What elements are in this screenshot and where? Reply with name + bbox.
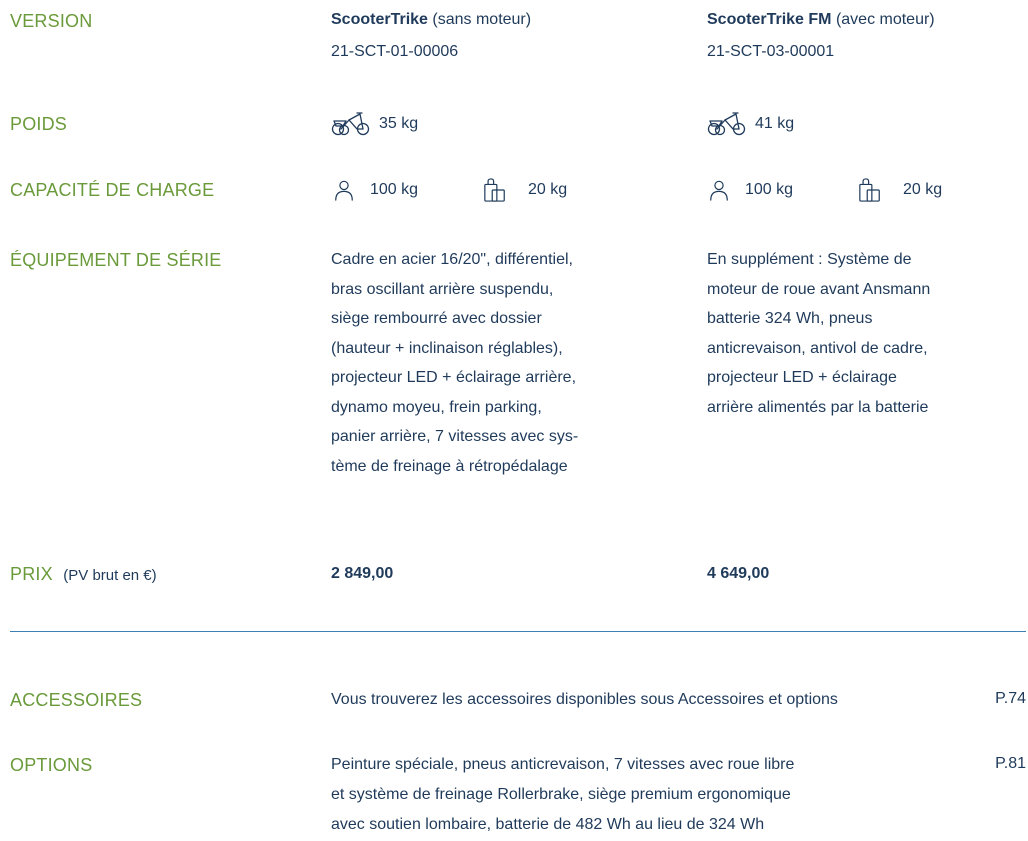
equipment-line: siège rembourré avec dossier — [331, 310, 542, 327]
label-accessoires: ACCESSOIRES — [10, 690, 143, 710]
model-2-luggage-value: 20 kg — [903, 181, 943, 198]
label-prix: PRIX — [10, 564, 53, 584]
equipment-line: projecteur LED + éclairage arrière, — [331, 369, 577, 386]
model-1-rider-capacity: 100 kg — [333, 178, 418, 202]
prix-note: (PV brut en €) — [63, 567, 157, 584]
section-divider — [10, 631, 1026, 632]
model-1-name: ScooterTrike — [331, 11, 428, 28]
trike-icon — [707, 111, 747, 137]
prix-label-group: PRIX (PV brut en €) — [10, 564, 157, 585]
equipment-line: anticrevaison, antivol de cadre, — [707, 339, 928, 357]
options-line: avec soutien lombaire, batterie de 482 W… — [331, 816, 765, 833]
model-1-price: 2 849,00 — [331, 565, 394, 582]
equipment-line: (hauteur + inclinaison réglables), — [331, 339, 563, 357]
model-2-price: 4 649,00 — [707, 565, 770, 582]
model-1-rider-value: 100 kg — [370, 181, 419, 198]
model-2-title: ScooterTrike FM (avec moteur) — [707, 11, 935, 29]
label-version: VERSION — [10, 11, 93, 31]
label-capacite: CAPACITÉ DE CHARGE — [10, 180, 215, 200]
bag-icon — [858, 177, 882, 203]
model-2-luggage-capacity: 20 kg — [858, 177, 942, 203]
trike-icon — [331, 111, 371, 137]
equipment-line: panier arrière, 7 vitesses avec sys- — [331, 428, 579, 445]
options-page-ref: P.81 — [995, 755, 1026, 772]
accessoires-page-ref: P.74 — [995, 690, 1026, 707]
equipment-line: dynamo moyeu, frein parking, — [331, 398, 542, 416]
model-1-luggage-value: 20 kg — [528, 181, 568, 198]
model-1-weight: 35 kg — [331, 111, 418, 137]
model-2-rider-value: 100 kg — [745, 181, 794, 198]
model-2-name: ScooterTrike FM — [707, 11, 832, 28]
label-poids: POIDS — [10, 114, 68, 134]
options-text: Peinture spéciale, pneus anticrevaison, … — [331, 750, 794, 840]
model-2-code: 21-SCT-03-00001 — [707, 43, 835, 60]
person-icon — [333, 178, 355, 202]
equipment-line: arrière alimentés par la batterie — [707, 398, 929, 416]
model-2-equipment: En supplément : Système de moteur de rou… — [707, 245, 1017, 422]
equipment-line: batterie 324 Wh, pneus — [707, 310, 873, 327]
model-1-weight-value: 35 kg — [379, 115, 419, 132]
equipment-line: moteur de roue avant Ansmann — [707, 280, 931, 298]
accessoires-text: Vous trouverez les accessoires disponibl… — [331, 691, 838, 708]
model-1-luggage-capacity: 20 kg — [483, 177, 567, 203]
bag-icon — [483, 177, 507, 203]
options-line: et système de freinage Rollerbrake, sièg… — [331, 786, 791, 803]
model-1-title: ScooterTrike (sans moteur) — [331, 11, 531, 29]
model-1-equipment: Cadre en acier 16/20", différentiel, bra… — [331, 245, 691, 481]
model-2-weight-value: 41 kg — [755, 115, 795, 132]
equipment-line: En supplément : Système de — [707, 251, 912, 268]
equipment-line: bras oscillant arrière suspendu, — [331, 280, 554, 298]
label-equipement: ÉQUIPEMENT DE SÉRIE — [10, 250, 222, 270]
person-icon — [708, 178, 730, 202]
label-options: OPTIONS — [10, 755, 93, 775]
equipment-line: Cadre en acier 16/20", différentiel, — [331, 251, 573, 268]
model-2-rider-capacity: 100 kg — [708, 178, 793, 202]
model-1-code: 21-SCT-01-00006 — [331, 43, 459, 60]
model-2-weight: 41 kg — [707, 111, 794, 137]
equipment-line: tème de freinage à rétropédalage — [331, 457, 568, 475]
model-1-name-suffix: (sans moteur) — [432, 11, 532, 28]
model-2-name-suffix: (avec moteur) — [835, 11, 935, 28]
options-line: Peinture spéciale, pneus anticrevaison, … — [331, 756, 795, 773]
equipment-line: projecteur LED + éclairage — [707, 369, 897, 386]
